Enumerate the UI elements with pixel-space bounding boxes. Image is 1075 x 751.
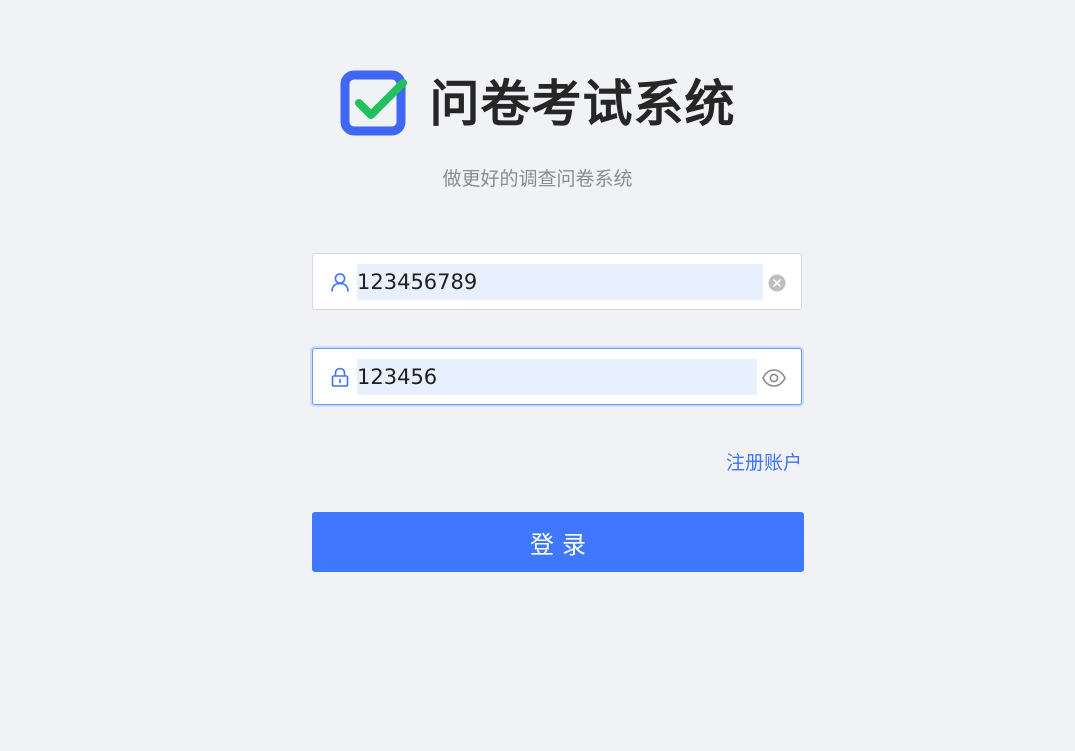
register-account-link[interactable]: 注册账户 xyxy=(726,448,802,475)
username-field[interactable] xyxy=(312,253,802,310)
checkbox-check-icon xyxy=(340,70,407,136)
password-input[interactable] xyxy=(357,359,757,395)
login-button[interactable]: 登录 xyxy=(312,512,804,572)
eye-icon[interactable] xyxy=(761,367,787,389)
brand-header: 问卷考试系统 xyxy=(0,70,1075,138)
password-field[interactable] xyxy=(312,348,802,405)
lock-icon xyxy=(331,367,349,387)
app-title: 问卷考试系统 xyxy=(429,75,736,133)
user-icon xyxy=(331,273,349,292)
clear-icon[interactable] xyxy=(768,274,786,292)
username-input[interactable] xyxy=(357,264,763,300)
app-subtitle: 做更好的调查问卷系统 xyxy=(442,168,633,190)
